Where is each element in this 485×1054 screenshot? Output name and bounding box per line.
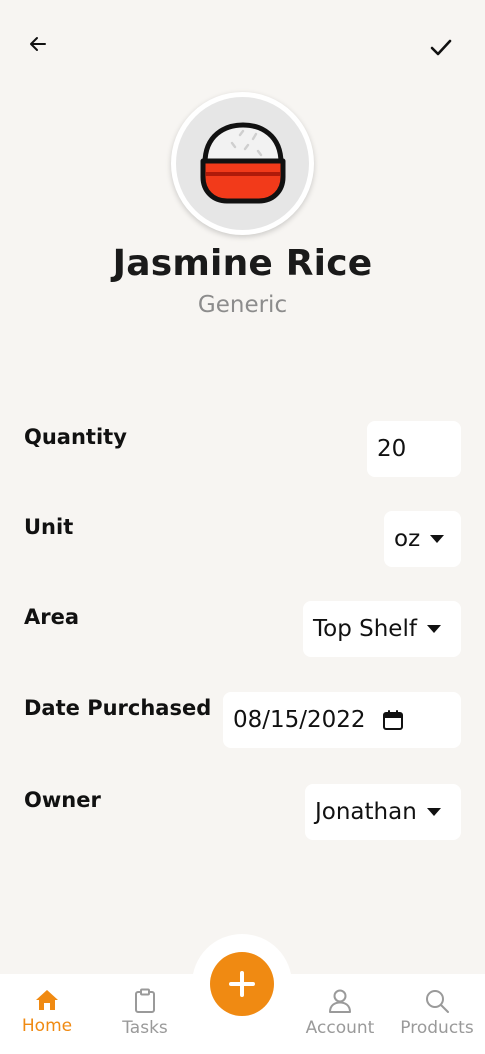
tab-products[interactable]: Products <box>395 974 479 1054</box>
quantity-row: Quantity 20 <box>24 421 461 477</box>
quantity-label: Quantity <box>24 425 127 449</box>
unit-label: Unit <box>24 515 74 539</box>
home-icon <box>36 990 58 1010</box>
tab-home[interactable]: Home <box>10 974 84 1054</box>
search-icon <box>426 990 449 1013</box>
unit-select[interactable]: oz <box>384 511 461 567</box>
date-purchased-row: Date Purchased 08/15/2022 <box>24 692 461 748</box>
checkmark-icon <box>430 39 452 56</box>
owner-row: Owner Jonathan <box>24 784 461 840</box>
owner-value: Jonathan <box>315 799 417 825</box>
top-bar <box>0 0 485 90</box>
area-row: Area Top Shelf <box>24 601 461 657</box>
save-button[interactable] <box>427 34 455 62</box>
unit-row: Unit oz <box>24 511 461 567</box>
caret-down-icon <box>430 535 445 543</box>
tab-products-label: Products <box>400 1018 474 1038</box>
area-select[interactable]: Top Shelf <box>303 601 461 657</box>
tab-tasks[interactable]: Tasks <box>108 974 182 1054</box>
product-brand: Generic <box>197 292 288 318</box>
calendar-icon[interactable] <box>382 709 404 731</box>
tab-tasks-label: Tasks <box>122 1018 168 1038</box>
date-purchased-label: Date Purchased <box>24 696 212 720</box>
add-button[interactable] <box>210 952 274 1016</box>
unit-value: oz <box>394 526 421 552</box>
owner-label: Owner <box>24 788 101 812</box>
quantity-value: 20 <box>377 436 407 462</box>
date-purchased-value: 08/15/2022 <box>233 707 366 733</box>
area-label: Area <box>24 605 80 629</box>
clipboard-icon <box>135 988 155 1013</box>
product-avatar[interactable] <box>171 92 314 235</box>
caret-down-icon <box>426 808 441 816</box>
owner-select[interactable]: Jonathan <box>305 784 461 840</box>
product-name: Jasmine Rice <box>112 243 373 284</box>
back-button[interactable] <box>24 30 52 58</box>
rice-bowl-icon <box>200 122 285 203</box>
tab-home-label: Home <box>21 1016 73 1036</box>
date-purchased-input[interactable]: 08/15/2022 <box>223 692 461 748</box>
tab-account[interactable]: Account <box>300 974 380 1054</box>
user-icon <box>329 989 351 1013</box>
tab-account-label: Account <box>305 1018 375 1038</box>
area-value: Top Shelf <box>313 616 417 642</box>
arrow-left-icon <box>30 37 46 51</box>
quantity-input[interactable]: 20 <box>367 421 461 477</box>
plus-icon <box>229 971 255 997</box>
caret-down-icon <box>426 625 441 633</box>
